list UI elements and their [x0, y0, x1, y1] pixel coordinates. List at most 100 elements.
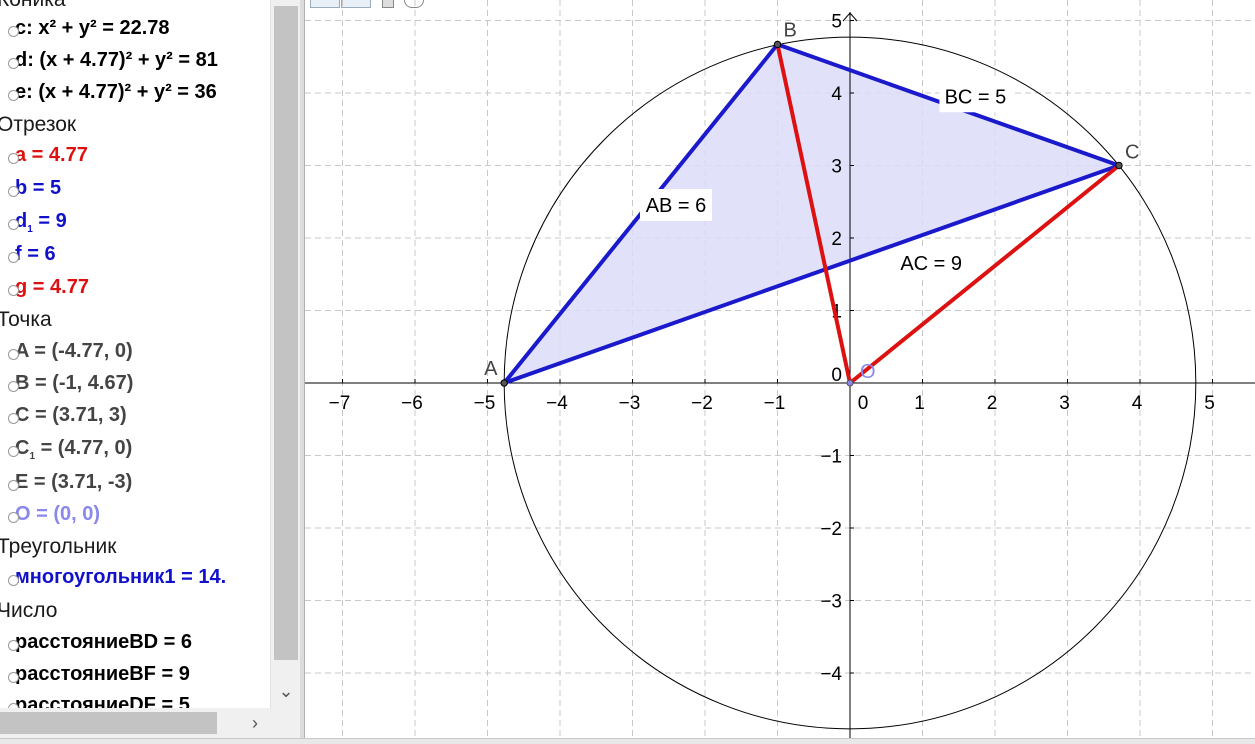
point-c[interactable]: [1115, 161, 1123, 170]
algebra-item-text: расстояниеBD = 6: [15, 631, 193, 653]
visibility-toggle[interactable]: [8, 575, 19, 586]
algebra-item-text: d: (x + 4.77)² + y² = 81: [15, 49, 218, 71]
scroll-down-icon[interactable]: ⌄: [271, 676, 301, 706]
algebra-item[interactable]: d: (x + 4.77)² + y² = 81: [8, 49, 218, 72]
origin-y-label: 0: [831, 365, 842, 386]
visibility-toggle[interactable]: [8, 252, 19, 263]
y-tick-label: −3: [820, 592, 842, 613]
visibility-toggle[interactable]: [8, 186, 19, 197]
x-tick-label: −1: [764, 393, 786, 414]
x-tick-label: −5: [474, 393, 496, 414]
algebra-item[interactable]: e: (x + 4.77)² + y² = 36: [8, 81, 217, 104]
y-tick-label: −4: [820, 664, 842, 685]
visibility-toggle[interactable]: [8, 285, 19, 296]
x-tick-label: −7: [329, 393, 351, 414]
algebra-item[interactable]: b = 5: [8, 177, 62, 200]
category-conic[interactable]: Коника: [0, 0, 66, 12]
segment-label-ac[interactable]: AC = 9: [900, 253, 962, 275]
algebra-item-text: A = (-4.77, 0): [15, 340, 133, 362]
algebra-view: Коника c: x² + y² = 22.78 d: (x + 4.77)²…: [0, 0, 270, 708]
algebra-item[interactable]: C = (3.71, 3): [8, 404, 127, 427]
algebra-item[interactable]: C1 = (4.77, 0): [8, 437, 133, 462]
algebra-item[interactable]: c: x² + y² = 22.78: [8, 17, 170, 40]
window-bottom-edge: [0, 738, 1255, 744]
vertical-scrollbar[interactable]: ⌄: [270, 0, 301, 708]
category-point[interactable]: Точка: [0, 308, 52, 332]
visibility-toggle[interactable]: [8, 446, 19, 457]
x-tick-label: −6: [401, 393, 423, 414]
point-label-b: B: [784, 19, 797, 41]
horizontal-scroll-thumb[interactable]: [0, 712, 217, 734]
algebra-item-text: расстояниеDF = 5: [15, 694, 190, 708]
y-tick-label: −2: [820, 519, 842, 540]
point-a[interactable]: [500, 379, 508, 387]
algebra-item[interactable]: B = (-1, 4.67): [8, 372, 134, 395]
algebra-item-text: E = (3.71, -3): [15, 471, 133, 493]
graphics-view[interactable]: −7−6−5−4−3−2−101234554321−1−2−3−40 AB = …: [305, 0, 1255, 738]
visibility-toggle[interactable]: [8, 381, 19, 392]
algebra-item-text: C = (3.71, 3): [15, 404, 127, 426]
algebra-item-text: B = (-1, 4.67): [15, 372, 134, 394]
segment-label-ab[interactable]: AB = 6: [646, 195, 707, 217]
category-segment[interactable]: Отрезок: [0, 113, 76, 137]
x-tick-label: −4: [546, 393, 568, 414]
point-label-o: O: [860, 361, 876, 383]
visibility-toggle[interactable]: [8, 26, 19, 37]
visibility-toggle[interactable]: [8, 349, 19, 360]
x-tick-label: 3: [1059, 393, 1070, 414]
y-tick-label: 5: [831, 12, 842, 33]
visibility-toggle[interactable]: [8, 219, 19, 230]
algebra-item[interactable]: расстояниеBD = 6: [8, 631, 193, 654]
point-b[interactable]: [773, 40, 782, 49]
algebra-item[interactable]: многоугольник1 = 14.: [8, 566, 227, 589]
point-label-c: C: [1125, 142, 1139, 164]
x-tick-label: 4: [1132, 393, 1143, 414]
algebra-item-text: расстояниеBF = 9: [15, 663, 190, 685]
algebra-item[interactable]: E = (3.71, -3): [8, 471, 133, 494]
scroll-right-icon[interactable]: ›: [242, 708, 268, 738]
algebra-item[interactable]: a = 4.77: [8, 144, 88, 167]
visibility-toggle[interactable]: [8, 640, 19, 651]
algebra-item-text: g = 4.77: [15, 276, 89, 298]
algebra-item[interactable]: расстояниеBF = 9: [8, 663, 190, 686]
point-label-a: A: [484, 358, 498, 380]
visibility-toggle[interactable]: [8, 90, 19, 101]
x-tick-label: −2: [691, 393, 713, 414]
visibility-toggle[interactable]: [8, 413, 19, 424]
algebra-item-text: многоугольник1 = 14.: [15, 566, 227, 588]
algebra-item-text: a = 4.77: [15, 144, 88, 166]
segment-label-bc[interactable]: BC = 5: [945, 86, 1007, 108]
algebra-item-value: = 9: [32, 210, 67, 232]
algebra-item[interactable]: g = 4.77: [8, 276, 89, 299]
algebra-item-text: c: x² + y² = 22.78: [15, 17, 170, 39]
category-triangle[interactable]: Треугольник: [0, 535, 116, 559]
horizontal-scrollbar[interactable]: ›: [0, 708, 270, 738]
algebra-item[interactable]: d1 = 9: [8, 210, 67, 235]
algebra-item-text: f = 6: [15, 243, 56, 265]
x-tick-label: 0: [858, 393, 869, 414]
algebra-item-text: b = 5: [15, 177, 62, 199]
algebra-item[interactable]: расстояниеDF = 5: [8, 694, 190, 708]
y-tick-label: 2: [831, 229, 842, 250]
triangle-polygon[interactable]: [504, 44, 1119, 384]
scrollbar-corner: [270, 708, 300, 738]
algebra-item[interactable]: O = (0, 0): [8, 503, 101, 526]
y-tick-label: 4: [831, 84, 842, 105]
algebra-item-text: e: (x + 4.77)² + y² = 36: [15, 81, 217, 103]
x-tick-label: 2: [987, 393, 998, 414]
point-o[interactable]: [846, 379, 854, 387]
algebra-item-text: O = (0, 0): [15, 503, 101, 525]
visibility-toggle[interactable]: [8, 512, 19, 523]
visibility-toggle[interactable]: [8, 58, 19, 69]
algebra-item-value: = (4.77, 0): [35, 437, 133, 459]
visibility-toggle[interactable]: [8, 153, 19, 164]
algebra-item[interactable]: f = 6: [8, 243, 56, 266]
y-tick-label: 3: [831, 157, 842, 178]
x-tick-label: −3: [619, 393, 641, 414]
category-number[interactable]: Число: [0, 599, 57, 623]
vertical-scroll-thumb[interactable]: [274, 6, 298, 660]
visibility-toggle[interactable]: [8, 672, 19, 683]
x-tick-label: 1: [914, 393, 925, 414]
visibility-toggle[interactable]: [8, 480, 19, 491]
algebra-item[interactable]: A = (-4.77, 0): [8, 340, 133, 363]
